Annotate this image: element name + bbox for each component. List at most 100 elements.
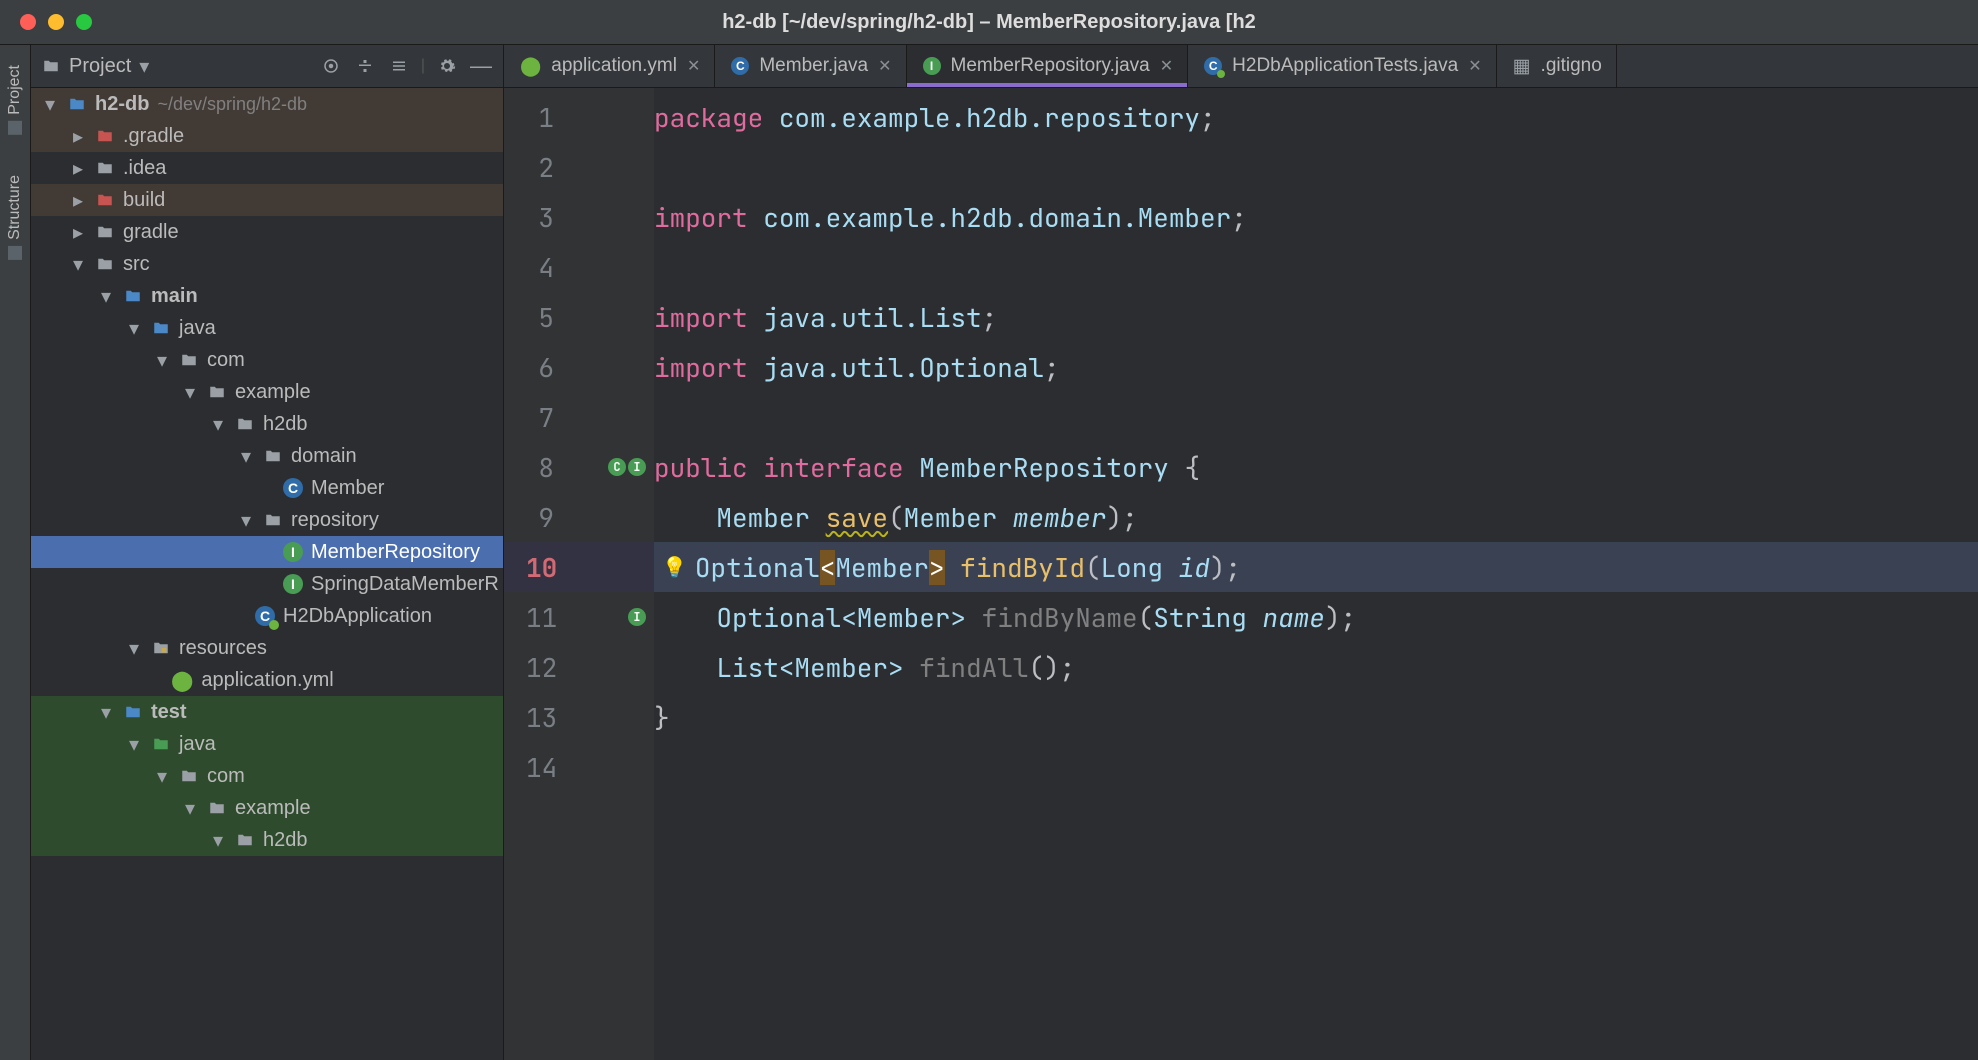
- line-number[interactable]: 8: [526, 450, 554, 485]
- tree-item-idea[interactable]: ▸ .idea: [31, 152, 503, 184]
- line-number[interactable]: 2: [526, 150, 554, 185]
- tree-item-repository[interactable]: ▾ repository: [31, 504, 503, 536]
- test-source-folder-icon: [151, 734, 171, 754]
- tree-item-java[interactable]: ▾ java: [31, 312, 503, 344]
- tree-item-gradle-dot[interactable]: ▸ .gradle: [31, 120, 503, 152]
- chevron-right-icon: ▸: [73, 220, 87, 245]
- window-controls: [0, 14, 92, 30]
- tree-item-test-h2db[interactable]: ▾ h2db: [31, 824, 503, 856]
- code-line[interactable]: public interface MemberRepository {: [654, 442, 1978, 492]
- tree-item-resources[interactable]: ▾ resources: [31, 632, 503, 664]
- code-line-current[interactable]: 💡Optional<Member> findById(Long id);: [654, 542, 1978, 592]
- tree-item-main[interactable]: ▾ main: [31, 280, 503, 312]
- code-line[interactable]: Optional<Member> findByName(String name)…: [654, 592, 1978, 642]
- structure-tool-label: Structure: [6, 175, 24, 240]
- line-number[interactable]: 1: [526, 100, 554, 135]
- project-tool-button[interactable]: Project: [6, 65, 24, 135]
- zoom-window-button[interactable]: [76, 14, 92, 30]
- close-tab-icon[interactable]: ✕: [687, 56, 700, 76]
- code-line[interactable]: package com.example.h2db.repository;: [654, 92, 1978, 142]
- tree-item-build[interactable]: ▸ build: [31, 184, 503, 216]
- tree-item-member-class[interactable]: C Member: [31, 472, 503, 504]
- tree-item-h2db[interactable]: ▾ h2db: [31, 408, 503, 440]
- tab-h2db-application-tests-java[interactable]: C H2DbApplicationTests.java ✕: [1188, 45, 1496, 87]
- tree-item-src[interactable]: ▾ src: [31, 248, 503, 280]
- folder-icon: [95, 158, 115, 178]
- package-icon: [235, 414, 255, 434]
- gear-icon[interactable]: [435, 54, 459, 78]
- tree-item-spring-data-member-repo[interactable]: I SpringDataMemberR: [31, 568, 503, 600]
- line-number[interactable]: 5: [526, 300, 554, 335]
- package-icon: [179, 350, 199, 370]
- code-line[interactable]: [654, 242, 1978, 292]
- locate-icon[interactable]: [319, 54, 343, 78]
- code-line[interactable]: Member save(Member member);: [654, 492, 1978, 542]
- line-number[interactable]: 10: [526, 550, 557, 585]
- interface-icon: I: [283, 574, 303, 594]
- module-icon: [123, 702, 143, 722]
- close-tab-icon[interactable]: ✕: [1160, 56, 1173, 76]
- code-line[interactable]: import java.util.List;: [654, 292, 1978, 342]
- tree-root[interactable]: ▾ h2-db ~/dev/spring/h2-db: [31, 88, 503, 120]
- chevron-down-icon: ▾: [185, 796, 199, 821]
- project-tree[interactable]: ▾ h2-db ~/dev/spring/h2-db ▸ .gradle ▸ .…: [31, 88, 503, 1060]
- tab-member-java[interactable]: C Member.java ✕: [715, 45, 906, 87]
- tree-item-gradle[interactable]: ▸ gradle: [31, 216, 503, 248]
- close-tab-icon[interactable]: ✕: [1468, 56, 1481, 76]
- code-editor[interactable]: package com.example.h2db.repository; imp…: [654, 88, 1978, 1060]
- code-line[interactable]: [654, 392, 1978, 442]
- tree-item-member-repository[interactable]: I MemberRepository: [31, 536, 503, 568]
- package-icon: [263, 446, 283, 466]
- tree-item-test[interactable]: ▾ test: [31, 696, 503, 728]
- tab-label: MemberRepository.java: [951, 55, 1150, 77]
- tree-item-h2db-app[interactable]: C H2DbApplication: [31, 600, 503, 632]
- line-number[interactable]: 11: [526, 600, 557, 635]
- structure-tool-button[interactable]: Structure: [6, 175, 24, 260]
- line-number[interactable]: 12: [526, 650, 557, 685]
- close-tab-icon[interactable]: ✕: [878, 56, 891, 76]
- minimize-window-button[interactable]: [48, 14, 64, 30]
- implementing-method-icon[interactable]: I: [628, 608, 654, 626]
- editor-area: ⬤ application.yml ✕ C Member.java ✕ I Me…: [503, 45, 1978, 1060]
- code-line[interactable]: [654, 742, 1978, 792]
- code-line[interactable]: [654, 142, 1978, 192]
- collapse-all-icon[interactable]: [387, 54, 411, 78]
- tree-item-example[interactable]: ▾ example: [31, 376, 503, 408]
- implemented-icon[interactable]: C I: [608, 458, 654, 476]
- line-number[interactable]: 6: [526, 350, 554, 385]
- code-line[interactable]: }: [654, 692, 1978, 742]
- title-bar: h2-db [~/dev/spring/h2-db] – MemberRepos…: [0, 0, 1978, 45]
- line-number[interactable]: 9: [526, 500, 554, 535]
- project-view-selector[interactable]: Project ▾: [41, 54, 149, 79]
- class-icon: C: [731, 57, 749, 75]
- editor-body: 1 2 3 4 5 6 7 8 C I 9 10 11 I: [504, 88, 1978, 1060]
- hide-panel-icon[interactable]: —: [469, 54, 493, 78]
- line-number[interactable]: 3: [526, 200, 554, 235]
- code-line[interactable]: import java.util.Optional;: [654, 342, 1978, 392]
- editor-gutter[interactable]: 1 2 3 4 5 6 7 8 C I 9 10 11 I: [504, 88, 654, 1060]
- tree-item-domain[interactable]: ▾ domain: [31, 440, 503, 472]
- line-number[interactable]: 14: [526, 750, 557, 785]
- tree-item-test-java[interactable]: ▾ java: [31, 728, 503, 760]
- tab-application-yml[interactable]: ⬤ application.yml ✕: [504, 45, 715, 87]
- code-line[interactable]: import com.example.h2db.domain.Member;: [654, 192, 1978, 242]
- chevron-down-icon: ▾: [129, 636, 143, 661]
- tree-item-com[interactable]: ▾ com: [31, 344, 503, 376]
- line-number[interactable]: 7: [526, 400, 554, 435]
- tree-item-test-example[interactable]: ▾ example: [31, 792, 503, 824]
- tab-gitignore[interactable]: ▦ .gitigno: [1497, 45, 1617, 87]
- excluded-folder-icon: [95, 190, 115, 210]
- line-number[interactable]: 4: [526, 250, 554, 285]
- tree-item-test-com[interactable]: ▾ com: [31, 760, 503, 792]
- expand-all-icon[interactable]: [353, 54, 377, 78]
- tree-item-application-yml[interactable]: ⬤ application.yml: [31, 664, 503, 696]
- line-number[interactable]: 13: [526, 700, 557, 735]
- close-window-button[interactable]: [20, 14, 36, 30]
- code-line[interactable]: List<Member> findAll();: [654, 642, 1978, 692]
- intention-bulb-icon[interactable]: 💡: [654, 554, 695, 580]
- project-tool-icon: [8, 121, 22, 135]
- chevron-down-icon: ▾: [241, 508, 255, 533]
- package-icon: [207, 798, 227, 818]
- chevron-down-icon: ▾: [129, 316, 143, 341]
- tab-member-repository-java[interactable]: I MemberRepository.java ✕: [907, 45, 1189, 87]
